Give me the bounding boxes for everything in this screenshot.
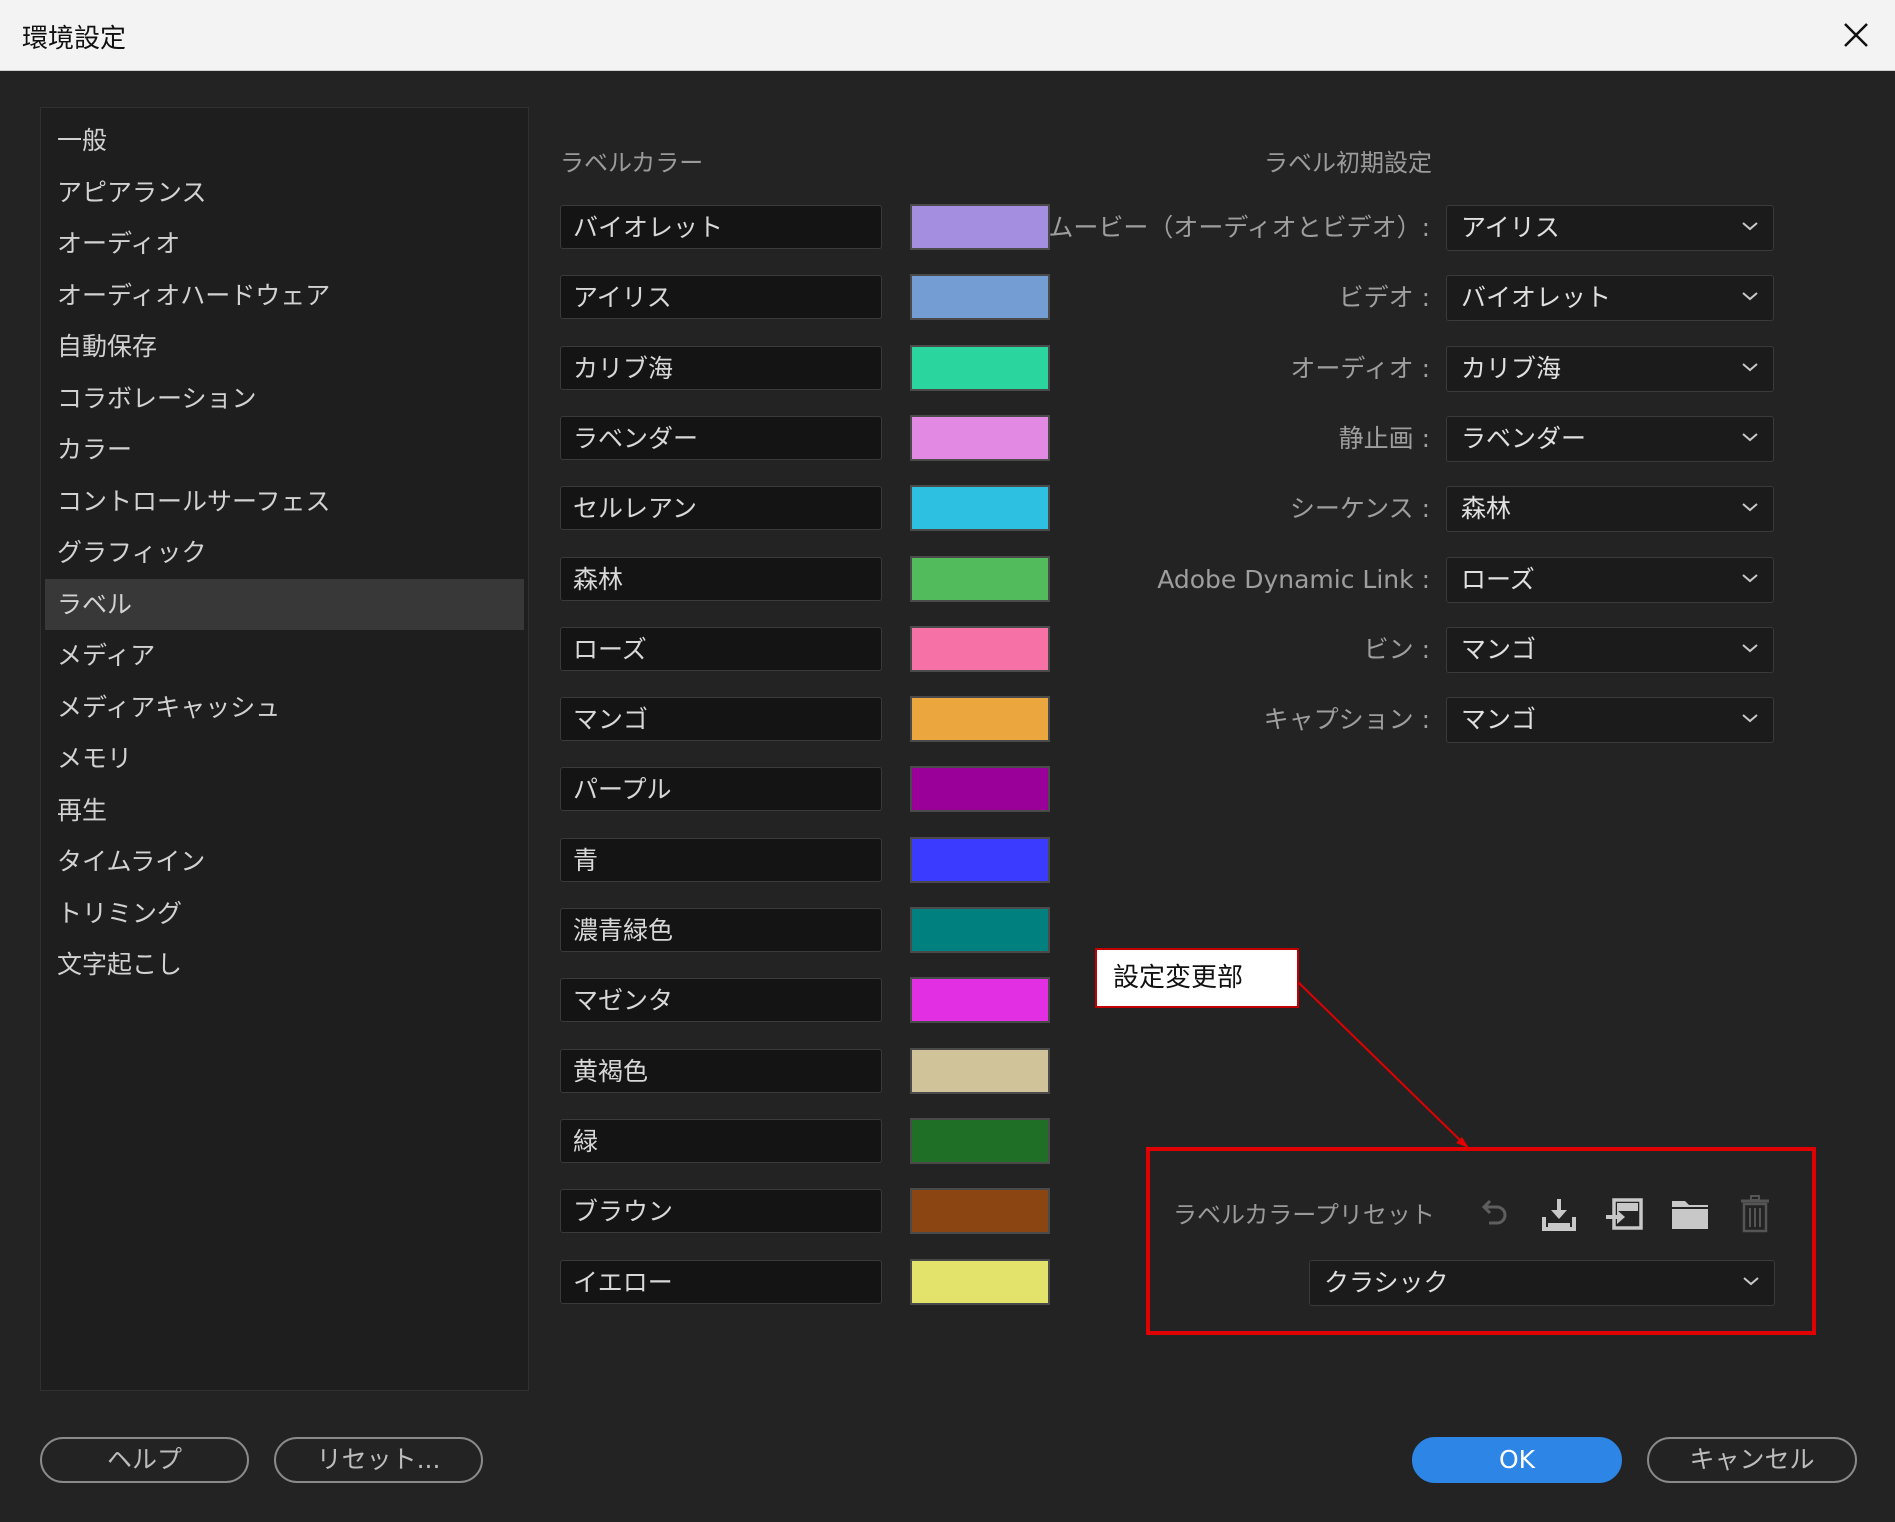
annotation-callout: 設定変更部 bbox=[1095, 948, 1299, 1008]
label-color-preset-label: ラベルカラープリセット bbox=[1173, 1201, 1435, 1229]
preset-dropdown[interactable]: クラシック bbox=[1309, 1260, 1775, 1306]
delete-preset-button[interactable] bbox=[1733, 1192, 1777, 1236]
save-preset-button[interactable] bbox=[1537, 1192, 1581, 1236]
undo-button[interactable] bbox=[1472, 1192, 1516, 1236]
open-folder-button[interactable] bbox=[1668, 1192, 1712, 1236]
reset-button[interactable]: リセット... bbox=[274, 1437, 483, 1483]
import-icon bbox=[1606, 1198, 1643, 1230]
chevron-down-icon bbox=[1743, 1277, 1759, 1286]
trash-icon bbox=[1741, 1195, 1769, 1233]
annotation-highlight-box bbox=[1146, 1147, 1816, 1335]
ok-button[interactable]: OK bbox=[1412, 1437, 1622, 1483]
import-preset-button[interactable] bbox=[1602, 1192, 1646, 1236]
download-icon bbox=[1542, 1199, 1576, 1231]
folder-icon bbox=[1672, 1201, 1708, 1229]
undo-icon bbox=[1481, 1199, 1507, 1225]
cancel-button[interactable]: キャンセル bbox=[1647, 1437, 1857, 1483]
help-button[interactable]: ヘルプ bbox=[40, 1437, 249, 1483]
preset-dropdown-value: クラシック bbox=[1324, 1268, 1449, 1297]
